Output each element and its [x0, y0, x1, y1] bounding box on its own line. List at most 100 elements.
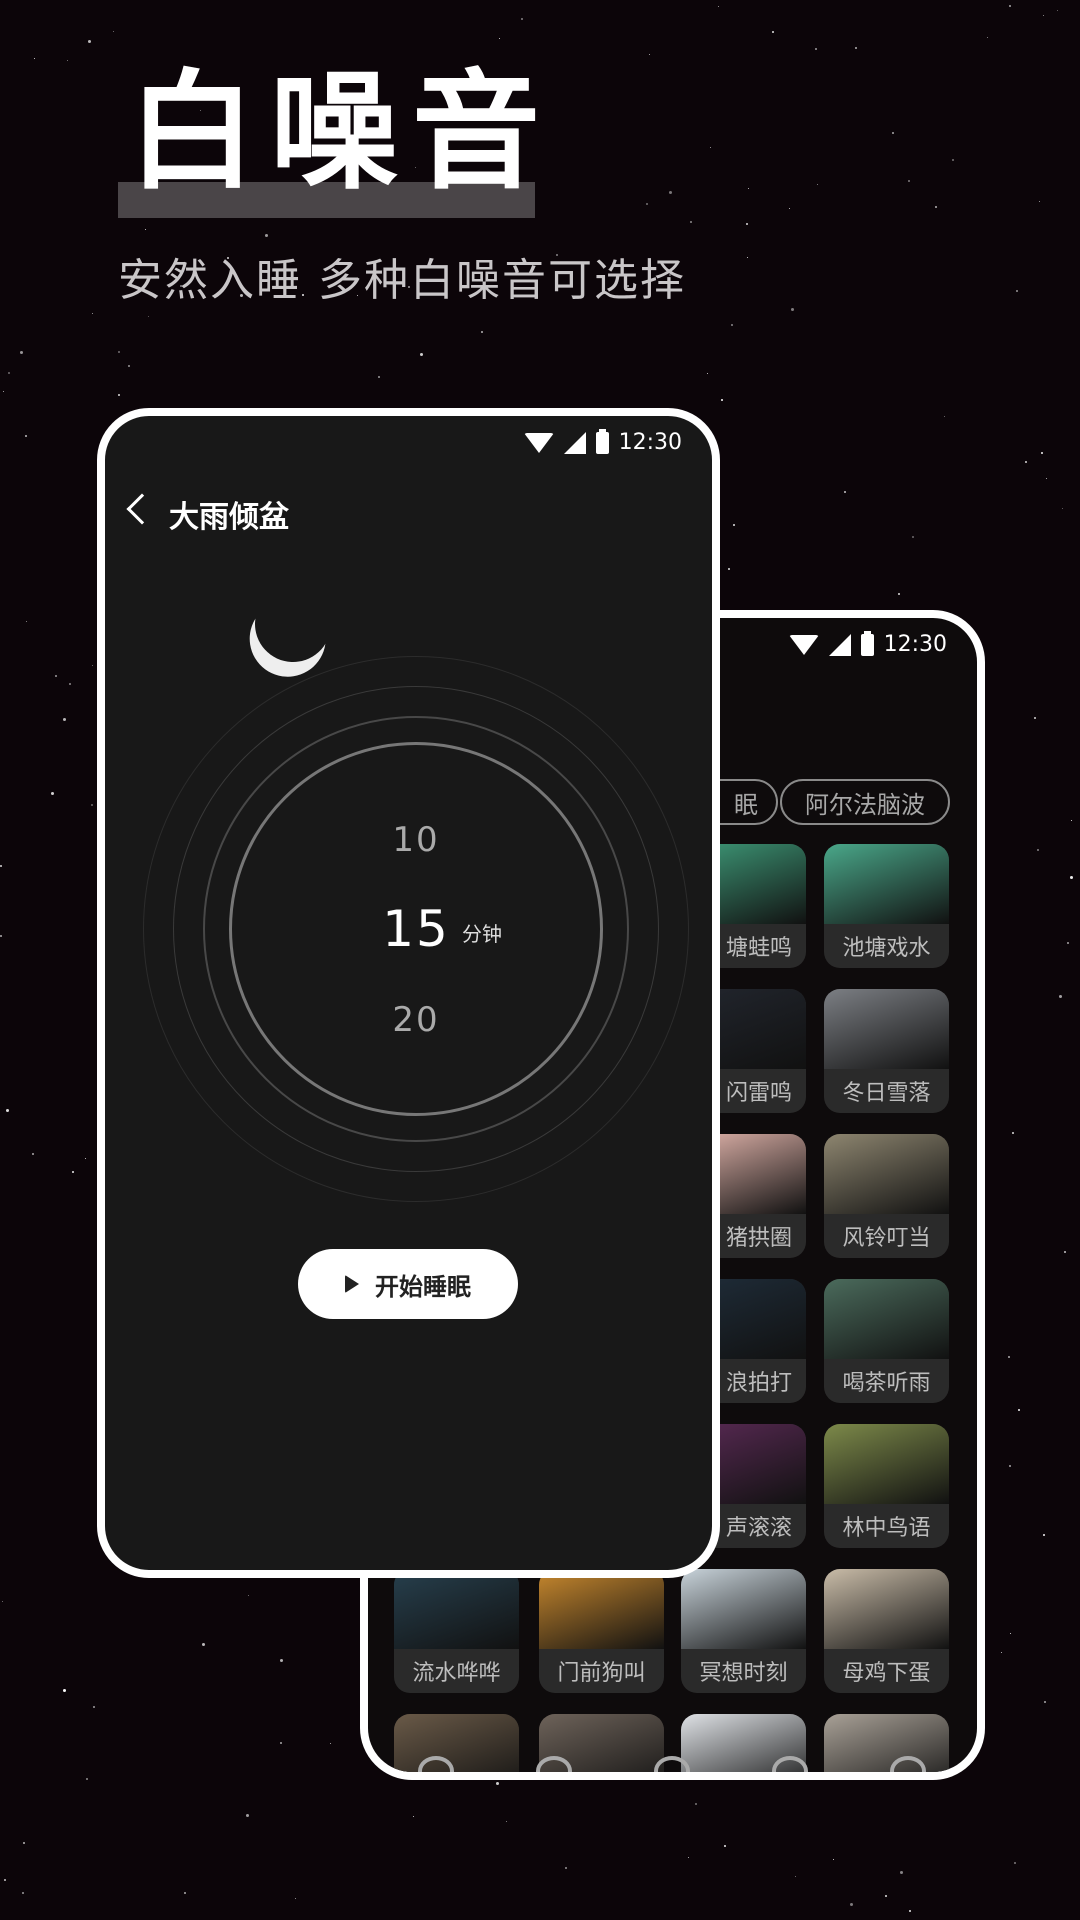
star — [710, 147, 712, 149]
star — [184, 1892, 187, 1895]
star — [93, 1705, 96, 1708]
sound-card[interactable]: 池塘戏水 — [824, 844, 949, 968]
bone-icon[interactable] — [772, 1756, 808, 1772]
star — [791, 307, 795, 311]
star — [724, 1844, 727, 1847]
star — [814, 47, 817, 50]
sound-thumbnail — [824, 1714, 949, 1772]
sound-card[interactable]: 流水哗哗 — [394, 1569, 519, 1693]
star — [1059, 994, 1063, 998]
sound-thumbnail — [394, 1714, 519, 1772]
picker-next[interactable]: 20 — [316, 1000, 516, 1040]
star — [772, 31, 775, 34]
back-arrow-icon[interactable] — [126, 493, 158, 525]
signal-icon — [828, 633, 851, 656]
star — [1008, 1465, 1011, 1468]
star — [1009, 1632, 1011, 1634]
sound-card[interactable]: 林中鸟语 — [824, 1424, 949, 1548]
star — [1064, 1250, 1067, 1253]
star — [118, 350, 121, 353]
star — [0, 865, 3, 868]
star — [33, 58, 35, 60]
face-icon[interactable] — [890, 1756, 926, 1772]
sound-thumbnail — [824, 844, 949, 924]
star — [943, 416, 945, 418]
star — [505, 1820, 507, 1822]
moon-icon[interactable] — [418, 1756, 454, 1772]
moon-icon — [244, 575, 341, 672]
star — [19, 350, 23, 354]
sound-label: 流水哗哗 — [412, 1661, 501, 1686]
star — [1012, 1131, 1015, 1134]
star — [795, 1875, 797, 1877]
star — [498, 37, 500, 39]
star — [2, 1601, 4, 1603]
star — [91, 803, 94, 806]
star — [891, 131, 894, 134]
star — [71, 1171, 74, 1173]
sound-thumbnail — [539, 1569, 664, 1649]
star — [5, 1108, 9, 1112]
sound-card[interactable]: 喝茶听雨 — [824, 1279, 949, 1403]
star — [986, 36, 988, 38]
wifi-icon — [523, 432, 554, 453]
sound-label: 门前狗叫 — [557, 1661, 646, 1686]
star — [63, 1688, 67, 1692]
sound-thumbnail — [824, 1279, 949, 1359]
star — [496, 1782, 500, 1786]
star — [117, 394, 120, 397]
star — [911, 536, 914, 539]
star — [1062, 508, 1064, 510]
star — [69, 682, 72, 685]
star — [329, 1742, 331, 1744]
beads-icon[interactable] — [536, 1756, 572, 1772]
star — [279, 1741, 282, 1744]
star — [908, 180, 911, 183]
star — [112, 30, 114, 32]
start-sleep-button[interactable]: 开始睡眠 — [298, 1249, 518, 1319]
sound-thumbnail — [824, 1569, 949, 1649]
hero-subtitle: 安然入睡 多种白噪音可选择 — [118, 255, 686, 306]
star — [1008, 4, 1011, 7]
lotus-icon[interactable] — [654, 1756, 690, 1772]
sound-card[interactable]: 母鸡下蛋 — [824, 1569, 949, 1693]
star — [25, 435, 28, 438]
sound-card[interactable] — [824, 1714, 949, 1772]
picker-prev[interactable]: 10 — [316, 820, 516, 860]
sound-card[interactable]: 冬日雪落 — [824, 989, 949, 1113]
sound-card[interactable]: 门前狗叫 — [539, 1569, 664, 1693]
sound-card[interactable] — [394, 1714, 519, 1772]
sound-thumbnail — [681, 1569, 806, 1649]
star — [727, 568, 730, 570]
battery-icon — [860, 630, 874, 656]
star — [22, 1891, 25, 1894]
play-icon — [345, 1275, 359, 1293]
star — [86, 1778, 88, 1781]
star — [92, 664, 94, 666]
star — [147, 316, 149, 317]
star — [295, 1897, 297, 1899]
picker-unit: 分钟 — [462, 922, 502, 946]
star — [3, 391, 5, 393]
star — [733, 524, 736, 527]
sound-card[interactable]: 风铃叮当 — [824, 1134, 949, 1258]
star — [1044, 1701, 1047, 1704]
sound-label: 母鸡下蛋 — [842, 1661, 931, 1686]
star — [669, 190, 673, 194]
star — [264, 234, 268, 238]
status-time: 12:30 — [883, 632, 947, 657]
sound-card[interactable]: 冥想时刻 — [681, 1569, 806, 1693]
star — [66, 60, 68, 62]
star — [1014, 1862, 1017, 1865]
star — [520, 17, 523, 20]
category-chip-alpha[interactable]: 阿尔法脑波 — [780, 779, 950, 825]
star — [854, 47, 857, 50]
star — [850, 1903, 854, 1907]
star — [884, 1894, 887, 1897]
star — [378, 376, 381, 379]
sound-thumbnail — [824, 1134, 949, 1214]
star — [1018, 1408, 1021, 1411]
sound-label: 冬日雪落 — [842, 1081, 931, 1106]
star — [745, 223, 748, 226]
star — [420, 353, 424, 357]
